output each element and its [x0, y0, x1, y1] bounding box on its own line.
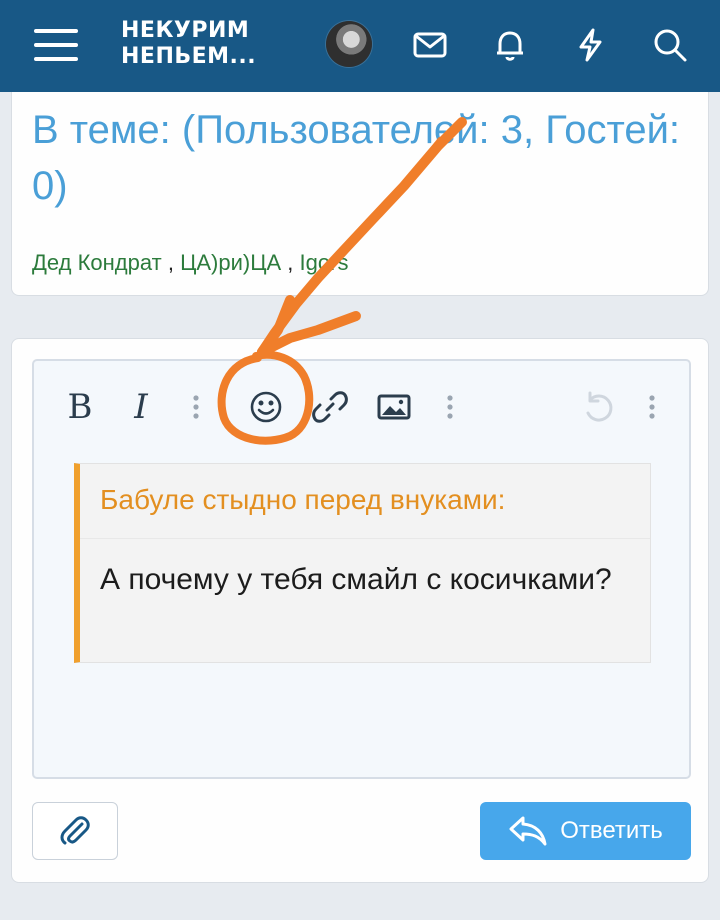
- more-vertical-icon[interactable]: [184, 381, 208, 433]
- attach-files-button[interactable]: [32, 802, 118, 860]
- smiley-icon[interactable]: [246, 381, 286, 433]
- more-vertical-icon[interactable]: [438, 381, 462, 433]
- reply-icon: [509, 816, 547, 846]
- user-link[interactable]: ЦА)ри)ЦА: [180, 250, 281, 275]
- envelope-icon[interactable]: [410, 25, 450, 65]
- online-users-list: Дед Кондрат , ЦА)ри)ЦА , Igors: [32, 250, 348, 276]
- online-users-title: В теме: (Пользователей: 3, Гостей: 0): [32, 108, 681, 208]
- link-icon[interactable]: [310, 381, 350, 433]
- undo-icon[interactable]: [578, 381, 618, 433]
- bold-button[interactable]: B: [62, 381, 98, 433]
- online-users-card: В теме: (Пользователей: 3, Гостей: 0) Де…: [11, 92, 709, 296]
- search-icon[interactable]: [650, 25, 690, 65]
- user-separator: ,: [287, 250, 294, 275]
- quote-author: Бабуле стыдно перед внуками:: [100, 484, 506, 515]
- site-logo[interactable]: НЕКУРИМ НЕПЬЕМ...: [121, 18, 256, 70]
- message-editor[interactable]: B I Бабуле стыдно перед внуками: А почем…: [32, 359, 691, 779]
- user-separator: ,: [167, 250, 174, 275]
- bell-icon[interactable]: [490, 25, 530, 65]
- reply-button[interactable]: Ответить: [480, 802, 691, 860]
- menu-icon[interactable]: [34, 27, 78, 63]
- italic-button[interactable]: I: [126, 381, 156, 433]
- logo-line-1: НЕКУРИМ: [121, 18, 250, 43]
- user-link[interactable]: Дед Кондрат: [32, 250, 162, 275]
- avatar[interactable]: [326, 21, 372, 67]
- reply-button-label: Ответить: [560, 817, 663, 844]
- more-vertical-icon[interactable]: [640, 381, 664, 433]
- bolt-icon[interactable]: [570, 25, 610, 65]
- quote-block[interactable]: Бабуле стыдно перед внуками: А почему у …: [74, 463, 651, 663]
- user-link[interactable]: Igors: [300, 250, 349, 275]
- paperclip-icon: [60, 816, 90, 845]
- image-icon[interactable]: [374, 381, 414, 433]
- quote-text: А почему у тебя смайл с косичками?: [100, 563, 612, 596]
- quote-divider: [80, 538, 650, 539]
- logo-line-2: НЕПЬЕМ...: [121, 44, 257, 69]
- top-navigation-bar: НЕКУРИМ НЕПЬЕМ...: [0, 0, 720, 92]
- quick-reply-card: B I Бабуле стыдно перед внуками: А почем…: [11, 338, 709, 883]
